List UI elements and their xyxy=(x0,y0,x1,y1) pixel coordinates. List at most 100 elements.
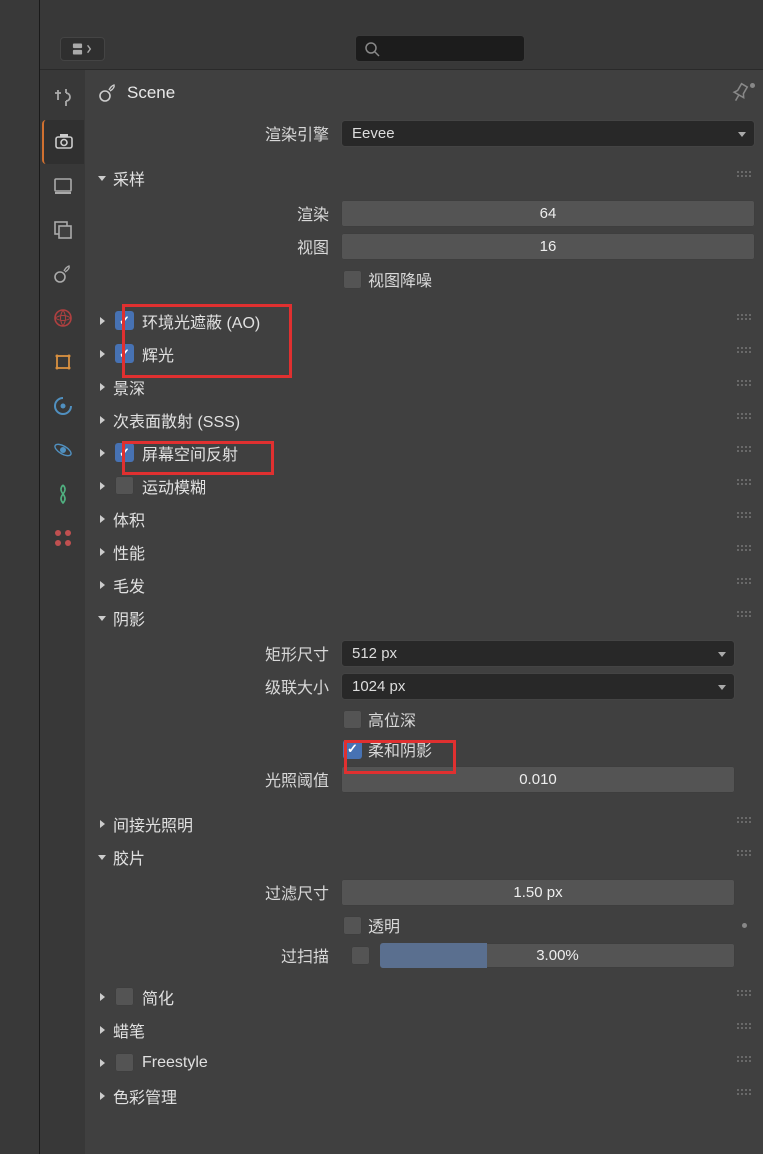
drag-grip-icon[interactable] xyxy=(737,1089,751,1099)
soft-shadows-checkbox[interactable] xyxy=(343,740,362,759)
panel-performance-header[interactable]: 性能 xyxy=(93,535,755,568)
overscan-label: 过扫描 xyxy=(93,943,341,967)
scene-icon xyxy=(97,82,119,104)
ao-checkbox[interactable] xyxy=(115,311,134,330)
editor-type-icon xyxy=(72,42,94,56)
cube-size-dropdown[interactable]: 512 px xyxy=(341,640,735,667)
panel-indirect-title: 间接光照明 xyxy=(113,812,193,836)
render-engine-label: 渲染引擎 xyxy=(93,121,341,145)
panel-color-mgmt-title: 色彩管理 xyxy=(113,1084,177,1108)
soft-shadows-row: 柔和阴影 xyxy=(93,734,755,764)
disclosure-right-icon xyxy=(95,479,109,493)
drag-grip-icon[interactable] xyxy=(737,380,751,390)
drag-grip-icon[interactable] xyxy=(737,413,751,423)
high-bitdepth-label: 高位深 xyxy=(368,707,416,731)
panel-dof-header[interactable]: 景深 xyxy=(93,370,755,403)
panel-volumetrics-title: 体积 xyxy=(113,507,145,531)
drag-grip-icon[interactable] xyxy=(737,446,751,456)
drag-grip-icon[interactable] xyxy=(737,1056,751,1066)
motion-blur-checkbox[interactable] xyxy=(115,476,134,495)
panel-gpencil-header[interactable]: 蜡笔 xyxy=(93,1013,755,1046)
panel-color-mgmt-header[interactable]: 色彩管理 xyxy=(93,1079,755,1112)
drag-grip-icon[interactable] xyxy=(737,578,751,588)
cascade-size-label: 级联大小 xyxy=(93,674,341,698)
high-bitdepth-checkbox[interactable] xyxy=(343,710,362,729)
render-engine-dropdown[interactable]: Eevee xyxy=(341,120,755,147)
viewport-denoise-checkbox[interactable] xyxy=(343,270,362,289)
panel-dof-title: 景深 xyxy=(113,375,145,399)
panel-freestyle-header[interactable]: Freestyle xyxy=(93,1046,755,1079)
tab-render[interactable] xyxy=(42,120,84,164)
disclosure-right-icon xyxy=(95,1056,109,1070)
search-input[interactable] xyxy=(355,35,525,62)
drag-grip-icon[interactable] xyxy=(737,512,751,522)
pin-icon[interactable] xyxy=(729,82,751,104)
overscan-slider[interactable]: 3.00% xyxy=(380,943,735,968)
tab-modifiers[interactable] xyxy=(42,384,84,428)
panel-sampling-header[interactable]: 采样 xyxy=(93,161,755,194)
overscan-checkbox[interactable] xyxy=(351,946,370,965)
disclosure-right-icon xyxy=(95,1023,109,1037)
editor-type-selector[interactable] xyxy=(60,37,105,61)
panel-hair-header[interactable]: 毛发 xyxy=(93,568,755,601)
tab-physics[interactable] xyxy=(42,428,84,472)
drag-grip-icon[interactable] xyxy=(737,817,751,827)
transparent-label: 透明 xyxy=(368,913,400,937)
drag-grip-icon[interactable] xyxy=(737,171,751,181)
freestyle-checkbox[interactable] xyxy=(115,1053,134,1072)
render-engine-row: 渲染引擎 Eevee xyxy=(93,118,755,148)
drag-grip-icon[interactable] xyxy=(737,990,751,1000)
viewport-samples-input[interactable]: 16 xyxy=(341,233,755,260)
panel-indirect-header[interactable]: 间接光照明 xyxy=(93,807,755,840)
panel-simplify-title: 简化 xyxy=(142,985,174,1009)
panel-film-header[interactable]: 胶片 xyxy=(93,840,755,873)
drag-grip-icon[interactable] xyxy=(737,347,751,357)
anim-indicator-icon[interactable] xyxy=(750,83,755,88)
soft-shadows-label: 柔和阴影 xyxy=(368,737,432,761)
tab-output[interactable] xyxy=(42,164,84,208)
disclosure-right-icon xyxy=(95,347,109,361)
drag-grip-icon[interactable] xyxy=(737,479,751,489)
tab-material[interactable] xyxy=(42,516,84,560)
tab-tool[interactable] xyxy=(42,76,84,120)
panel-bloom-title: 辉光 xyxy=(142,342,174,366)
panel-shadows-header[interactable]: 阴影 xyxy=(93,601,755,634)
viewport-edge xyxy=(0,0,40,1154)
drag-grip-icon[interactable] xyxy=(737,1023,751,1033)
tab-constraints[interactable] xyxy=(42,472,84,516)
disclosure-right-icon xyxy=(95,817,109,831)
disclosure-right-icon xyxy=(95,413,109,427)
panel-motion-blur-header[interactable]: 运动模糊 xyxy=(93,469,755,502)
panel-ssr-header[interactable]: 屏幕空间反射 xyxy=(93,436,755,469)
light-threshold-input[interactable]: 0.010 xyxy=(341,766,735,793)
filter-size-input[interactable]: 1.50 px xyxy=(341,879,735,906)
disclosure-right-icon xyxy=(95,1089,109,1103)
disclosure-right-icon xyxy=(95,380,109,394)
tab-world[interactable] xyxy=(42,296,84,340)
transparent-checkbox[interactable] xyxy=(343,916,362,935)
tab-viewlayer[interactable] xyxy=(42,208,84,252)
breadcrumb-scene-name: Scene xyxy=(127,83,175,103)
cube-size-label: 矩形尺寸 xyxy=(93,641,341,665)
panel-bloom-header[interactable]: 辉光 xyxy=(93,337,755,370)
drag-grip-icon[interactable] xyxy=(737,314,751,324)
editor-header xyxy=(40,0,763,70)
search-icon xyxy=(364,41,380,57)
render-samples-input[interactable]: 64 xyxy=(341,200,755,227)
tab-scene[interactable] xyxy=(42,252,84,296)
drag-grip-icon[interactable] xyxy=(737,545,751,555)
drag-grip-icon[interactable] xyxy=(737,850,751,860)
panel-volumetrics-header[interactable]: 体积 xyxy=(93,502,755,535)
bloom-checkbox[interactable] xyxy=(115,344,134,363)
simplify-checkbox[interactable] xyxy=(115,987,134,1006)
ssr-checkbox[interactable] xyxy=(115,443,134,462)
tab-object[interactable] xyxy=(42,340,84,384)
panel-ao-header[interactable]: 环境光遮蔽 (AO) xyxy=(93,304,755,337)
panel-sss-header[interactable]: 次表面散射 (SSS) xyxy=(93,403,755,436)
drag-grip-icon[interactable] xyxy=(737,611,751,621)
cascade-size-dropdown[interactable]: 1024 px xyxy=(341,673,735,700)
disclosure-down-icon xyxy=(95,611,109,625)
disclosure-right-icon xyxy=(95,578,109,592)
anim-indicator-icon[interactable] xyxy=(742,923,747,928)
panel-simplify-header[interactable]: 简化 xyxy=(93,980,755,1013)
